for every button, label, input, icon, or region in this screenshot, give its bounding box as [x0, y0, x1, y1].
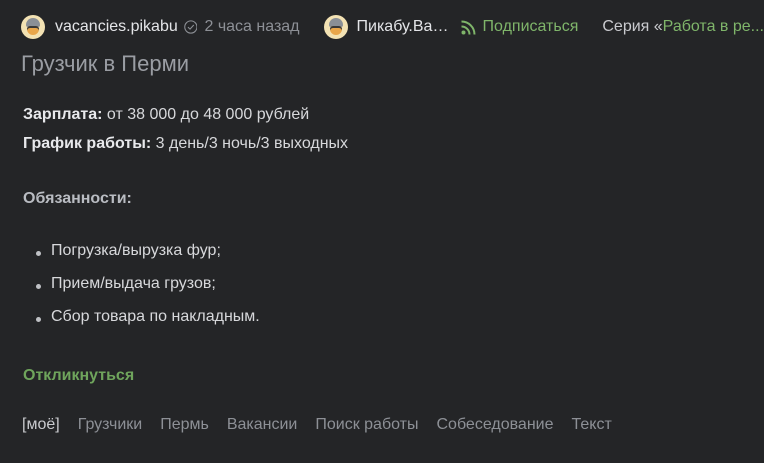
- post-page: vacancies.pikabu 2 часа назад Пикабу.Вак…: [0, 0, 764, 463]
- salary-label: Зарплата:: [23, 106, 103, 123]
- list-item: Прием/выдача грузов;: [23, 275, 260, 308]
- schedule-value: 3 день/3 ночь/3 выходных: [151, 135, 349, 152]
- duties-list: Погрузка/вырузка фур; Прием/выдача грузо…: [23, 242, 260, 341]
- post-time: 2 часа назад: [204, 18, 300, 35]
- tag-item[interactable]: Собеседование: [436, 416, 553, 434]
- post-meta-row: vacancies.pikabu 2 часа назад Пикабу.Вак…: [21, 13, 764, 41]
- series-prefix: Серия «: [602, 18, 663, 35]
- tag-item[interactable]: Поиск работы: [315, 416, 418, 434]
- verified-check-icon: [183, 20, 198, 34]
- community-avatar[interactable]: [323, 15, 348, 39]
- rss-icon: [460, 20, 476, 35]
- tag-item[interactable]: Вакансии: [227, 416, 298, 434]
- series-info: Серия «Работа в ре...: [602, 18, 764, 36]
- duties-heading: Обязанности:: [23, 190, 132, 207]
- schedule-label: График работы:: [23, 135, 152, 152]
- post-title[interactable]: Грузчик в Перми: [21, 51, 189, 77]
- tag-item[interactable]: Пермь: [160, 416, 209, 434]
- community-name[interactable]: Пикабу.Вак...: [357, 18, 452, 36]
- respond-link[interactable]: Откликнуться: [23, 367, 134, 385]
- author-avatar[interactable]: [21, 15, 45, 39]
- list-item: Сбор товара по накладным.: [23, 308, 260, 341]
- subscribe-button[interactable]: Подписаться: [460, 18, 579, 36]
- community-link[interactable]: Пикабу.Вак...: [323, 15, 452, 39]
- tag-mine[interactable]: [моё]: [22, 416, 60, 434]
- schedule-line: График работы: 3 день/3 ночь/3 выходных: [23, 135, 348, 153]
- salary-value: от 38 000 до 48 000 рублей: [102, 106, 310, 123]
- tag-item[interactable]: Текст: [572, 416, 612, 434]
- list-item: Погрузка/вырузка фур;: [23, 242, 260, 275]
- tag-item[interactable]: Грузчики: [78, 416, 143, 434]
- author-name[interactable]: vacancies.pikabu: [55, 18, 178, 36]
- subscribe-label: Подписаться: [482, 18, 579, 35]
- tag-list: [моё] Грузчики Пермь Вакансии Поиск рабо…: [22, 416, 630, 434]
- series-link[interactable]: Работа в ре...: [663, 18, 764, 35]
- salary-line: Зарплата: от 38 000 до 48 000 рублей: [23, 106, 309, 124]
